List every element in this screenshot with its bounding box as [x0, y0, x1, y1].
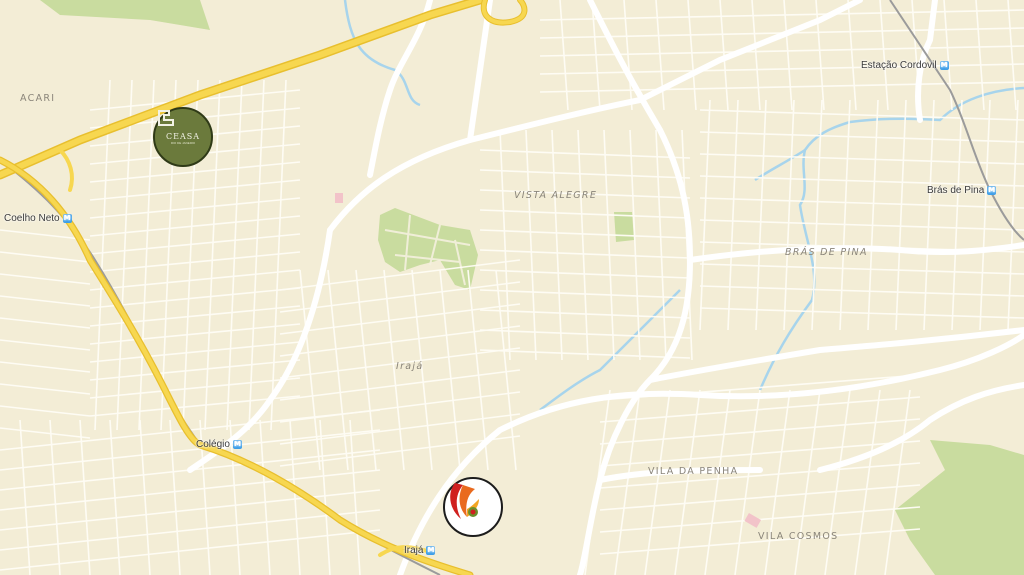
metro-icon: M — [62, 214, 72, 223]
station-iraja[interactable]: Irajá M — [404, 545, 436, 556]
map-base — [0, 0, 1024, 575]
ceasa-logo-subtext: RIO DE JANEIRO — [170, 140, 196, 145]
station-name: Coelho Neto — [4, 213, 60, 224]
ceasa-logo-text: CEASA — [166, 131, 200, 141]
area-label-vila-da-penha: VILA DA PENHA — [648, 466, 739, 477]
metro-icon: M — [939, 61, 949, 70]
area-label-vista-alegre: VISTA ALEGRE — [514, 190, 598, 201]
brand-logo-icon — [450, 483, 479, 519]
ceasa-location-marker[interactable]: CEASA RIO DE JANEIRO — [153, 107, 213, 167]
station-name: Colégio — [196, 439, 230, 450]
area-label-bras-de-pina: BRÁS DE PINA — [785, 247, 868, 258]
station-bras-de-pina[interactable]: Brás de Pina M — [927, 185, 997, 196]
brand-location-marker[interactable] — [443, 477, 503, 537]
station-estacao-cordovil[interactable]: Estação Cordovil M — [861, 60, 949, 71]
area-label-iraja: Irajá — [396, 361, 424, 372]
station-name: Brás de Pina — [927, 185, 985, 196]
station-colegio[interactable]: Colégio M — [196, 439, 242, 450]
metro-icon: M — [426, 546, 436, 555]
area-label-acari: ACARI — [20, 93, 56, 104]
station-name: Estação Cordovil — [861, 60, 937, 71]
station-name: Irajá — [404, 545, 424, 556]
map-canvas[interactable]: ACARI VISTA ALEGRE BRÁS DE PINA Irajá VI… — [0, 0, 1024, 575]
metro-icon: M — [987, 186, 997, 195]
metro-icon: M — [232, 440, 242, 449]
area-label-vila-cosmos: VILA COSMOS — [758, 531, 839, 542]
station-coelho-neto[interactable]: Coelho Neto M — [4, 213, 72, 224]
ceasa-logo-icon — [158, 110, 174, 126]
